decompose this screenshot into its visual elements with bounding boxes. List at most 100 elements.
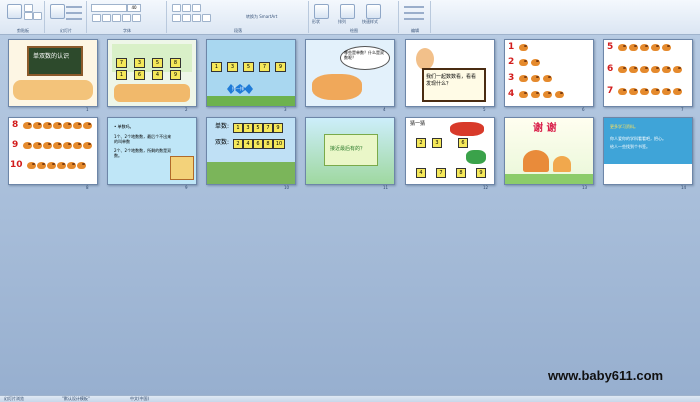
font-size-field[interactable]: 40 (127, 4, 141, 12)
slide-number: 1 (86, 107, 89, 112)
slide-number: 12 (483, 185, 489, 190)
text-line: 给人一些找到个书签。 (610, 144, 650, 149)
slide-13[interactable]: 谢 谢 (504, 117, 594, 185)
number-box: 8 (170, 58, 181, 68)
slide-7[interactable]: 5 6 7 (603, 39, 693, 107)
format-painter-button[interactable] (33, 12, 42, 20)
slide-number: 3 (284, 107, 287, 112)
slide-14[interactable]: 更多学习资料。 你人爱你的学科看看吧，把心。 给人一些找到个书签。 (603, 117, 693, 185)
replace-button[interactable] (404, 12, 424, 14)
bird-icon (27, 162, 36, 169)
number-box: 8 (263, 139, 273, 149)
number-box: 4 (243, 139, 253, 149)
bird-icon (83, 142, 92, 149)
text-line: 1个、2个地数数，最后个不出来的叫单数 (114, 134, 172, 144)
bird-icon (555, 91, 564, 98)
bird-icon (673, 88, 682, 95)
slide-5[interactable]: 我们一起数数看，看看发现什么？ (405, 39, 495, 107)
bird-icon (83, 122, 92, 129)
arrange-button[interactable] (340, 4, 355, 19)
quick-styles-button[interactable] (366, 4, 381, 19)
bird-icon (531, 59, 540, 66)
sign-text: 我们一起数数看，看看发现什么？ (426, 74, 477, 87)
reset-button[interactable] (66, 12, 82, 14)
select-button[interactable] (404, 18, 424, 20)
number-box: 10 (273, 139, 285, 149)
count-label: 2 (508, 57, 515, 67)
grass (207, 96, 295, 106)
slide-number: 6 (582, 107, 585, 112)
find-button[interactable] (404, 6, 424, 8)
number-box: 6 (134, 70, 145, 80)
vegetable-illustration (466, 150, 486, 164)
bird-icon (543, 75, 552, 82)
new-slide-button[interactable] (50, 4, 65, 19)
layout-button[interactable] (66, 6, 82, 8)
bird-icon (629, 66, 638, 73)
copy-button[interactable] (24, 12, 33, 20)
font-name-field[interactable] (91, 4, 127, 12)
slide-1[interactable]: 单双数的认识 (8, 39, 98, 107)
italic-button[interactable] (102, 14, 111, 22)
number-box: 9 (275, 62, 286, 72)
grass (505, 174, 593, 184)
font-color-button[interactable] (132, 14, 141, 22)
align-left-button[interactable] (172, 14, 181, 22)
slide-number: 9 (185, 185, 188, 190)
count-label: 5 (607, 42, 614, 52)
slide-number: 10 (284, 185, 290, 190)
slide-11[interactable]: 接近最后有的？ (305, 117, 395, 185)
slide-9[interactable]: • 单数吗。 1个、2个地数数，最后个不出来的叫单数 2个、2个地数数，所剩的数… (107, 117, 197, 185)
text-line: 更多学习资料。 (610, 124, 638, 129)
bird-icon (519, 44, 528, 51)
bullets-button[interactable] (172, 4, 181, 12)
align-center-button[interactable] (182, 14, 191, 22)
bird-icon (43, 122, 52, 129)
number-box: 7 (259, 62, 270, 72)
justify-button[interactable] (202, 14, 211, 22)
number-box: 1 (116, 70, 127, 80)
children-illustration (13, 80, 93, 100)
bold-button[interactable] (92, 14, 101, 22)
slide-12[interactable]: 猜一猜 2 3 6 4 7 8 9 (405, 117, 495, 185)
bird-icon (63, 122, 72, 129)
strikethrough-button[interactable] (122, 14, 131, 22)
align-right-button[interactable] (192, 14, 201, 22)
bird-icon (33, 122, 42, 129)
numbering-button[interactable] (182, 4, 191, 12)
text-line: • 单数吗。 (114, 124, 134, 129)
font-group: 40 字体 (88, 1, 167, 33)
bird-icon (53, 142, 62, 149)
slide-4[interactable]: 哪些是单数？什么是双数呢？ (305, 39, 395, 107)
number-box: 5 (253, 123, 263, 133)
slide-3[interactable]: 1 3 5 7 9 排一排 (206, 39, 296, 107)
number-box: 9 (476, 168, 486, 178)
children-illustration (312, 74, 362, 100)
bird-icon (651, 88, 660, 95)
indent-button[interactable] (192, 4, 201, 12)
bird-icon (673, 66, 682, 73)
slide-8[interactable]: 8 9 10 (8, 117, 98, 185)
mushroom-house (523, 150, 549, 172)
bird-icon (662, 66, 671, 73)
slide-6[interactable]: 1 2 3 4 (504, 39, 594, 107)
number-box: 1 (211, 62, 222, 72)
paragraph-group: 转换为 SmartArt 段落 (168, 1, 309, 33)
paste-button[interactable] (7, 4, 22, 19)
number-box: 3 (134, 58, 145, 68)
delete-button[interactable] (66, 18, 82, 20)
number-box: 9 (170, 70, 181, 80)
slide-10[interactable]: 单数: 1 3 5 7 9 双数: 2 4 6 8 10 (206, 117, 296, 185)
shapes-button[interactable] (314, 4, 329, 19)
slide-2[interactable]: 7 3 5 8 1 6 4 9 (107, 39, 197, 107)
bird-icon (73, 142, 82, 149)
mushroom-house (553, 156, 571, 172)
theme-status: "默认设计模板" (62, 396, 90, 401)
cut-button[interactable] (24, 4, 33, 12)
number-box: 4 (152, 70, 163, 80)
count-label: 4 (508, 89, 515, 99)
font-label: 字体 (123, 28, 131, 33)
editing-label: 编辑 (411, 28, 419, 33)
smartart-label[interactable]: 转换为 SmartArt (246, 14, 277, 20)
underline-button[interactable] (112, 14, 121, 22)
